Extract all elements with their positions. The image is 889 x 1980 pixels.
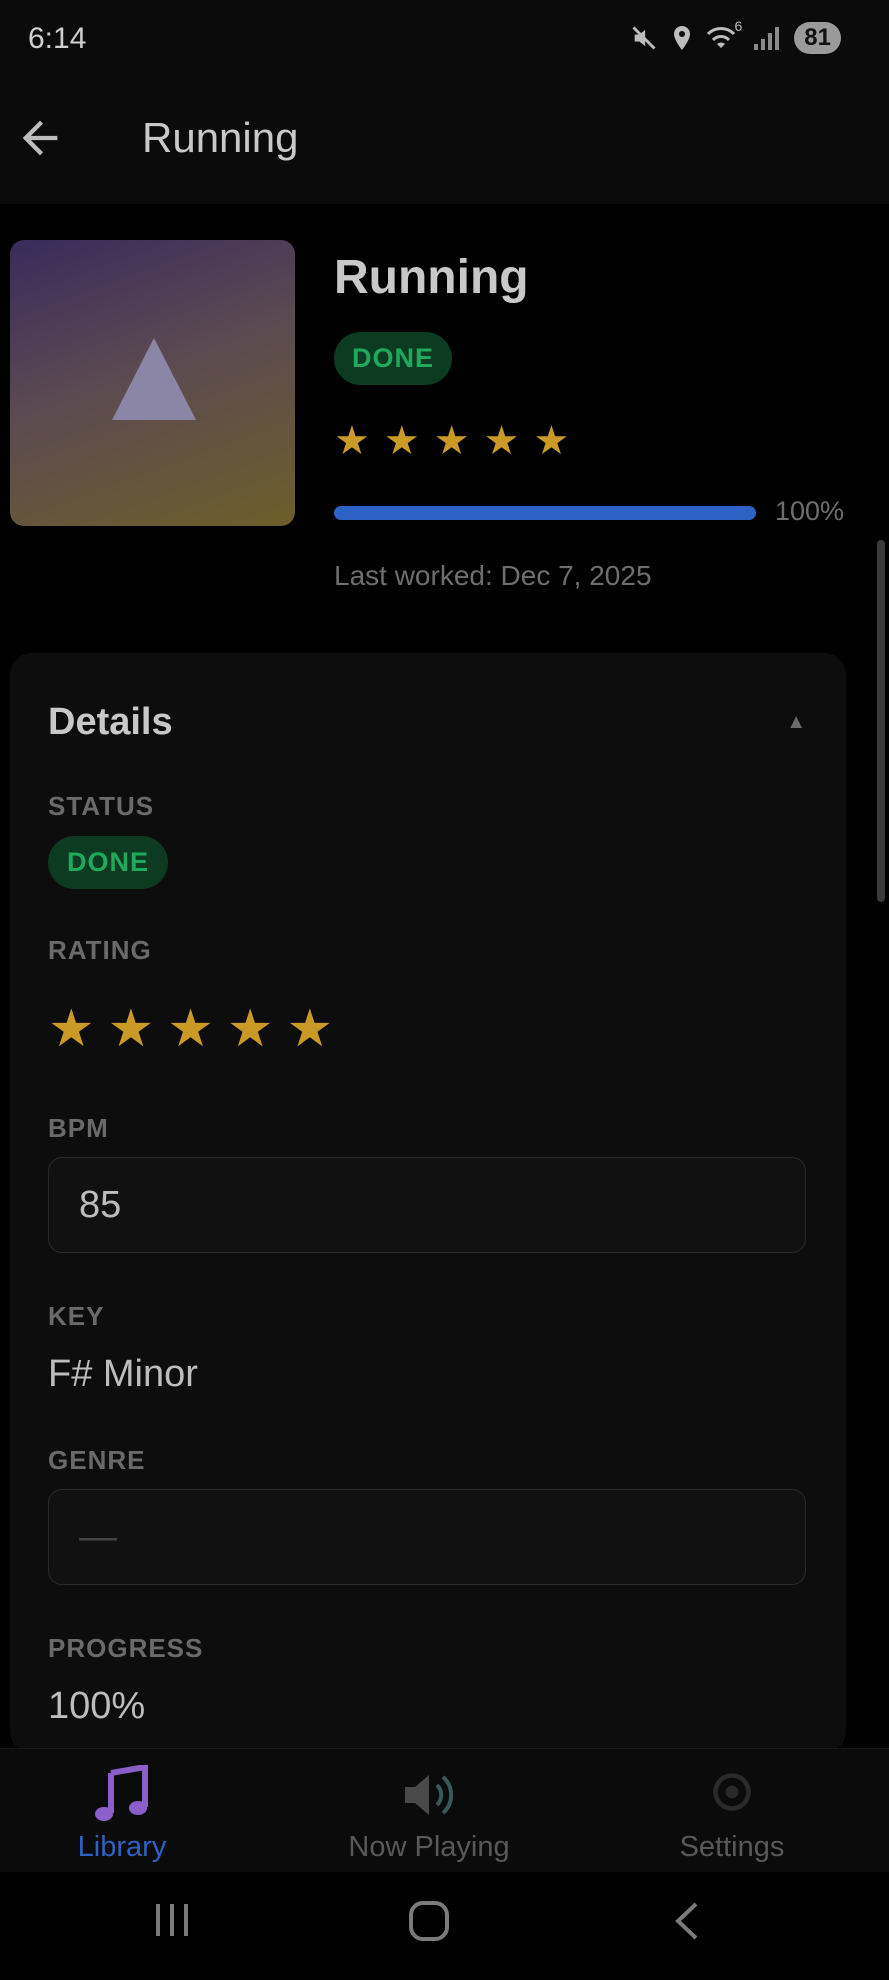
location-icon (674, 26, 691, 50)
last-worked: Last worked: Dec 7, 2025 (334, 560, 652, 591)
star-icon[interactable]: ★ (108, 999, 155, 1059)
nav-settings[interactable]: Settings (602, 1765, 862, 1864)
app-bar-title: Running (142, 114, 299, 161)
key-label: KEY (48, 1301, 105, 1331)
gear-icon (602, 1765, 862, 1827)
star-icon: ★ (334, 419, 370, 463)
status-badge[interactable]: DONE (48, 836, 169, 889)
rating-label: RATING (48, 935, 152, 965)
progress-percent: 100% (775, 496, 845, 526)
nav-library-label: Library (77, 1831, 167, 1863)
recent-apps-icon[interactable] (152, 1900, 192, 1940)
wifi-icon: 6 (706, 18, 742, 52)
music-note-icon (0, 1763, 252, 1827)
genre-label: GENRE (48, 1445, 146, 1475)
system-nav-bar (0, 1872, 889, 1980)
status-icons: 6 81 (630, 18, 841, 54)
battery-indicator: 81 (794, 22, 841, 54)
rating-stars: ★ ★ ★ ★ ★ (48, 999, 333, 1059)
nav-now-playing-label: Now Playing (348, 1831, 510, 1863)
status-time: 6:14 (28, 22, 87, 55)
collapse-icon[interactable]: ▲ (786, 711, 806, 734)
star-icon: ★ (483, 419, 520, 463)
bottom-nav: Library Now Playing Settings (0, 1748, 889, 1873)
star-icon: ★ (433, 419, 470, 463)
star-icon[interactable]: ★ (48, 999, 95, 1059)
speaker-icon (299, 1765, 559, 1827)
nav-library[interactable]: Library (0, 1763, 252, 1864)
star-icon[interactable]: ★ (167, 999, 214, 1059)
progress-bar-fill (334, 506, 756, 520)
header-rating: ★ ★ ★ ★ ★ (334, 418, 569, 464)
star-icon: ★ (383, 419, 420, 463)
star-icon[interactable]: ★ (227, 999, 274, 1059)
nav-now-playing[interactable]: Now Playing (299, 1765, 559, 1864)
progress-value: 100% (48, 1685, 146, 1727)
bpm-label: BPM (48, 1113, 109, 1143)
progress-bar (334, 506, 756, 520)
status-bar: 6:14 6 81 (0, 0, 889, 82)
wifi-label: 6 (734, 18, 743, 34)
back-arrow-icon[interactable] (14, 112, 66, 164)
song-title: Running (334, 251, 529, 304)
signal-icon (754, 27, 780, 50)
status-label: STATUS (48, 791, 155, 821)
back-nav-icon[interactable] (670, 1900, 704, 1942)
status-badge: DONE (334, 332, 453, 385)
album-art (10, 240, 295, 526)
star-icon[interactable]: ★ (287, 999, 334, 1059)
mute-icon (632, 26, 656, 50)
app-bar: Running (0, 82, 889, 204)
nav-settings-label: Settings (679, 1831, 785, 1863)
song-header: Running DONE ★ ★ ★ ★ ★ 100% Last worked:… (0, 240, 889, 620)
home-icon[interactable] (408, 1900, 450, 1942)
triangle-placeholder-icon (112, 338, 196, 420)
progress-label: PROGRESS (48, 1633, 204, 1663)
bpm-input[interactable]: 85 (48, 1157, 806, 1253)
star-icon: ★ (533, 419, 570, 463)
details-card: Details ▲ STATUS DONE RATING ★ ★ ★ ★ ★ B… (10, 653, 846, 1753)
scrollbar[interactable] (877, 540, 885, 902)
details-title: Details (48, 701, 173, 743)
key-value[interactable]: F# Minor (48, 1353, 198, 1396)
genre-input[interactable]: — (48, 1489, 806, 1585)
